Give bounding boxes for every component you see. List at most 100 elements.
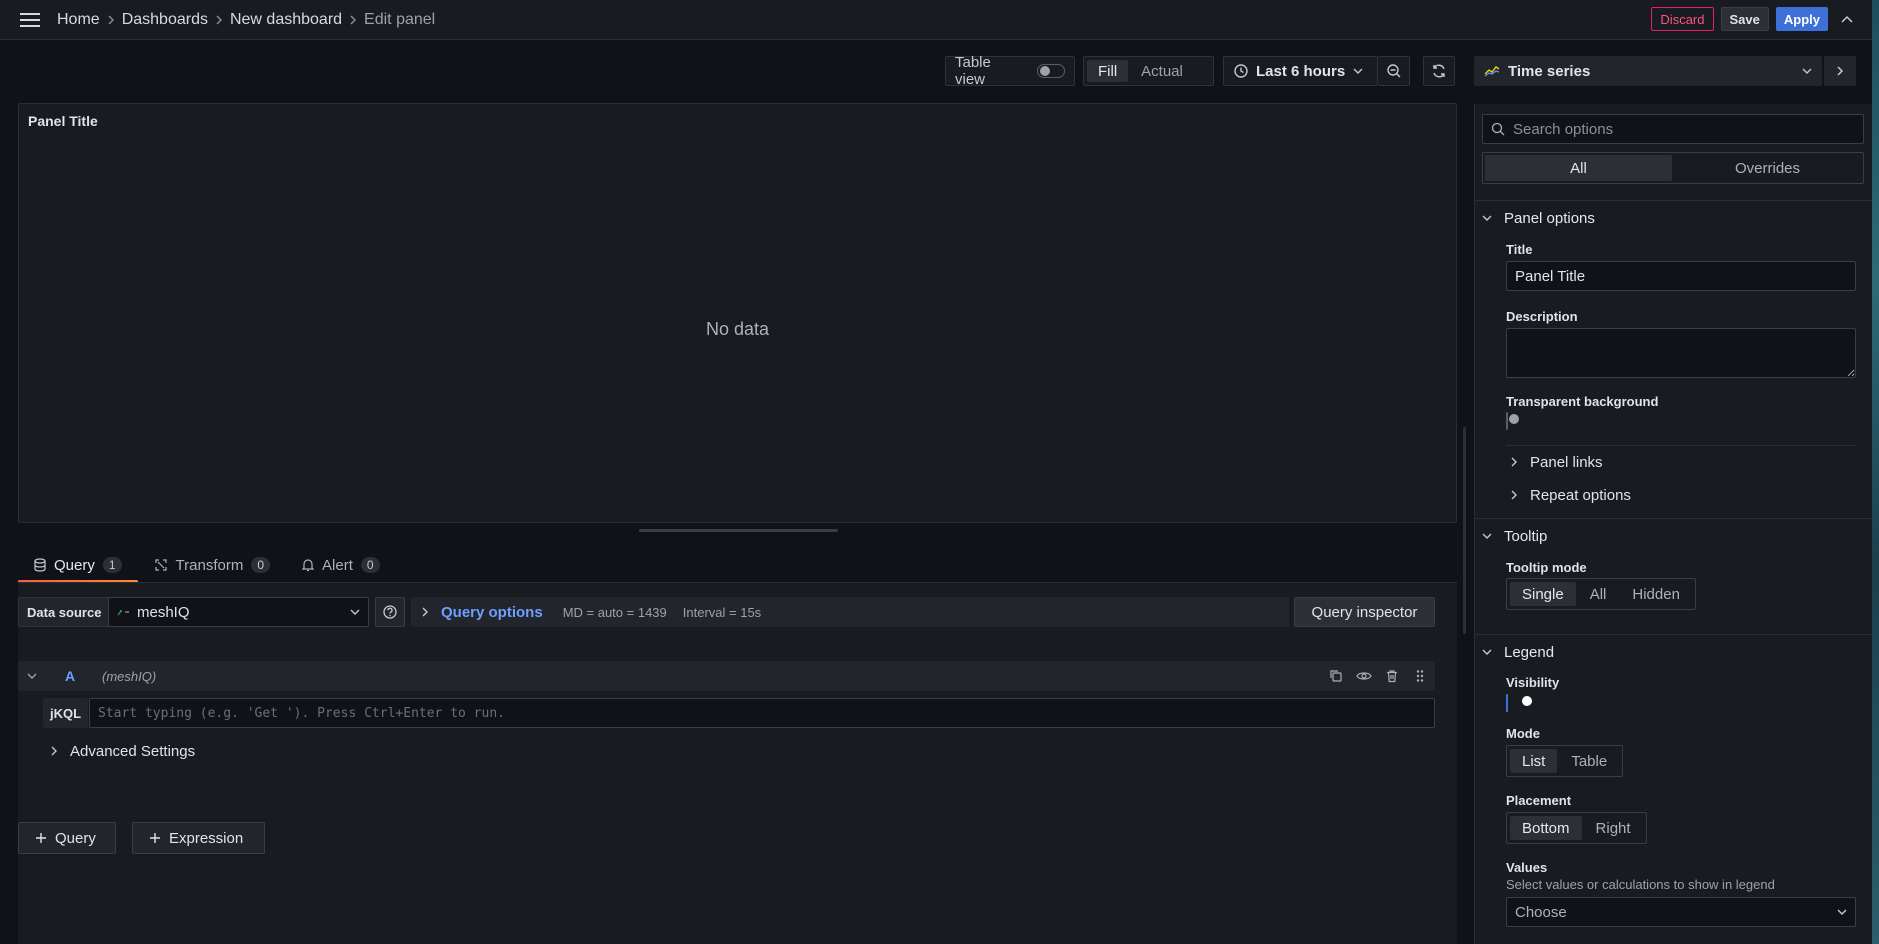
query-options-link[interactable]: Query options	[441, 604, 543, 621]
divider	[1474, 518, 1879, 519]
breadcrumb-dashboards[interactable]: Dashboards	[122, 11, 208, 29]
datasource-help-button[interactable]	[375, 597, 405, 627]
table-view-toggle[interactable]: Table view	[945, 54, 1075, 88]
tooltip-mode-all[interactable]: All	[1578, 582, 1619, 606]
legend-placement-label: Placement	[1506, 793, 1572, 808]
clock-icon	[1234, 64, 1248, 78]
panel-links-label: Panel links	[1530, 453, 1603, 471]
divider	[1474, 200, 1879, 201]
panel-links-header[interactable]: Panel links	[1510, 451, 1603, 473]
query-editor-area	[18, 583, 1457, 944]
question-circle-icon	[383, 605, 397, 619]
panel-title[interactable]: Panel Title	[28, 113, 98, 129]
refresh-button[interactable]	[1423, 56, 1455, 86]
legend-mode-list[interactable]: List	[1510, 749, 1558, 773]
datasource-select[interactable]: meshIQ	[108, 597, 369, 627]
query-inspector-button[interactable]: Query inspector	[1294, 597, 1435, 627]
legend-placement-right[interactable]: Right	[1584, 816, 1643, 840]
options-pane-toggle[interactable]	[1824, 56, 1856, 86]
description-input[interactable]	[1506, 328, 1856, 378]
no-data-message: No data	[705, 319, 770, 339]
legend-mode-label: Mode	[1506, 726, 1540, 741]
zoom-out-button[interactable]	[1378, 56, 1410, 86]
search-options-input[interactable]	[1513, 120, 1855, 138]
add-query-label: Query	[55, 829, 96, 847]
tab-alert[interactable]: Alert 0	[286, 549, 396, 581]
save-button[interactable]: Save	[1720, 7, 1769, 31]
advanced-settings-toggle[interactable]: Advanced Settings	[50, 740, 195, 762]
chevron-right-icon	[342, 15, 364, 25]
add-expression-button[interactable]: Expression	[132, 822, 265, 854]
discard-button[interactable]: Discard	[1651, 7, 1714, 31]
fill-option[interactable]: Fill	[1087, 60, 1129, 82]
visualization-name: Time series	[1508, 62, 1591, 80]
tooltip-mode-hidden[interactable]: Hidden	[1620, 582, 1692, 606]
panel-title-input[interactable]	[1506, 261, 1856, 291]
legend-header[interactable]: Legend	[1482, 640, 1554, 664]
breadcrumb-new-dashboard[interactable]: New dashboard	[230, 11, 342, 29]
legend-values-select[interactable]: Choose	[1506, 897, 1856, 927]
chevron-right-icon	[50, 745, 58, 757]
time-series-icon	[1484, 65, 1500, 77]
panel-resize-handle[interactable]	[639, 529, 838, 532]
chevron-down-icon	[1482, 532, 1492, 540]
legend-visibility-label: Visibility	[1506, 675, 1560, 690]
time-range-label: Last 6 hours	[1256, 62, 1346, 80]
tooltip-title: Tooltip	[1504, 527, 1548, 545]
chevron-down-icon	[1837, 908, 1847, 916]
chevron-up-icon[interactable]	[1835, 7, 1859, 31]
breadcrumb-home[interactable]: Home	[57, 11, 100, 29]
tab-overrides[interactable]: Overrides	[1674, 155, 1861, 181]
visualization-picker[interactable]: Time series	[1474, 56, 1822, 86]
eye-icon[interactable]	[1355, 667, 1373, 685]
datasource-name: meshIQ	[137, 603, 190, 621]
advanced-settings-label: Advanced Settings	[70, 742, 196, 760]
legend-visibility-switch[interactable]	[1506, 694, 1532, 712]
options-tabs: All Overrides	[1482, 152, 1864, 184]
legend-mode-table[interactable]: Table	[1559, 749, 1619, 773]
pane-splitter[interactable]	[1463, 427, 1466, 634]
legend-mode-group: List Table	[1506, 745, 1624, 777]
legend-values-label: Values	[1506, 860, 1548, 875]
table-view-switch[interactable]	[1037, 64, 1065, 78]
drag-handle-icon[interactable]	[1411, 667, 1429, 685]
actual-option[interactable]: Actual	[1130, 60, 1194, 82]
add-query-button[interactable]: Query	[18, 822, 116, 854]
tooltip-header[interactable]: Tooltip	[1482, 524, 1547, 548]
query-options-md: MD = auto = 1439	[562, 604, 667, 620]
refresh-icon	[1431, 63, 1447, 79]
database-icon	[34, 558, 46, 572]
panel-options-header[interactable]: Panel options	[1482, 206, 1595, 230]
tab-transform-count: 0	[251, 557, 271, 573]
panel-preview: Panel Title No data	[18, 103, 1457, 523]
tooltip-mode-label: Tooltip mode	[1506, 560, 1587, 575]
tab-query[interactable]: Query 1	[18, 549, 138, 583]
tab-all[interactable]: All	[1485, 155, 1672, 181]
chevron-down-icon	[1482, 214, 1492, 222]
tab-transform-label: Transform	[175, 556, 244, 574]
tooltip-mode-single[interactable]: Single	[1510, 582, 1576, 606]
time-range-picker[interactable]: Last 6 hours	[1223, 56, 1378, 86]
apply-button[interactable]: Apply	[1775, 7, 1828, 31]
copy-icon[interactable]	[1327, 667, 1345, 685]
legend-placement-group: Bottom Right	[1506, 812, 1647, 844]
table-view-label: Table view	[955, 54, 991, 88]
datasource-label: Data source	[18, 597, 111, 627]
description-label: Description	[1506, 309, 1578, 324]
legend-placement-bottom[interactable]: Bottom	[1510, 816, 1582, 840]
transparent-background-switch[interactable]	[1506, 412, 1519, 430]
panel-options-title: Panel options	[1504, 209, 1595, 227]
query-input[interactable]	[89, 698, 1435, 728]
zoom-out-icon	[1386, 63, 1402, 79]
chevron-down-icon	[1482, 648, 1492, 656]
trash-icon[interactable]	[1383, 667, 1401, 685]
divider	[1474, 634, 1879, 635]
menu-icon[interactable]	[18, 9, 42, 31]
query-options-interval: Interval = 15s	[682, 604, 762, 620]
tab-alert-count: 0	[360, 557, 380, 573]
query-refid[interactable]: A	[46, 668, 94, 684]
query-options-bar[interactable]: Query options MD = auto = 1439 Interval …	[411, 597, 1289, 627]
repeat-options-header[interactable]: Repeat options	[1510, 484, 1631, 506]
chevron-down-icon[interactable]	[18, 672, 46, 680]
tab-transform[interactable]: Transform 0	[138, 549, 286, 581]
